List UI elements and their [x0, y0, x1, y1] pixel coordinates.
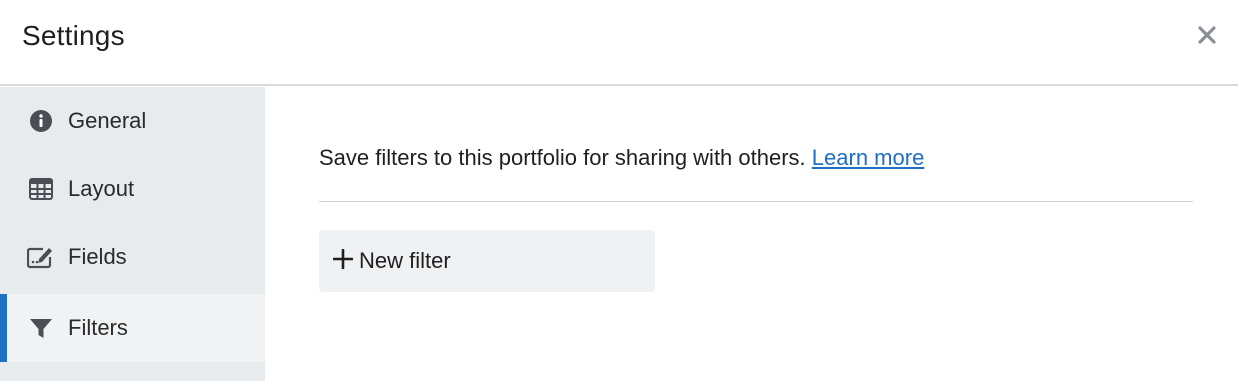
sidebar-item-label: General [68, 108, 147, 133]
sidebar-item-general[interactable]: General [0, 87, 265, 155]
new-filter-button[interactable]: New filter [319, 230, 655, 292]
learn-more-link[interactable]: Learn more [812, 145, 925, 170]
divider [319, 201, 1193, 202]
page-title: Settings [22, 20, 125, 51]
table-grid-icon [27, 175, 55, 203]
sidebar-item-fields[interactable]: Fields [0, 223, 265, 291]
close-button[interactable] [1194, 22, 1220, 48]
sidebar-item-label: Layout [68, 176, 135, 201]
sidebar-item-filters[interactable]: Filters [0, 294, 265, 362]
plus-icon [333, 249, 353, 269]
settings-sidebar: General Layout Fields Filters [0, 87, 265, 381]
settings-dialog: Settings General Layout Fields Filters S… [0, 0, 1238, 381]
description-text: Save filters to this portfolio for shari… [319, 145, 806, 170]
sidebar-item-label: Filters [68, 315, 128, 340]
new-filter-label: New filter [359, 248, 451, 273]
filter-funnel-icon [27, 314, 55, 342]
edit-field-icon [27, 243, 55, 271]
sidebar-item-layout[interactable]: Layout [0, 155, 265, 223]
close-icon [1198, 26, 1216, 44]
filters-description: Save filters to this portfolio for shari… [319, 145, 924, 171]
filters-panel: Save filters to this portfolio for shari… [265, 87, 1238, 381]
sidebar-item-label: Fields [68, 244, 127, 269]
dialog-header: Settings [0, 0, 1238, 86]
info-circle-icon [27, 107, 55, 135]
